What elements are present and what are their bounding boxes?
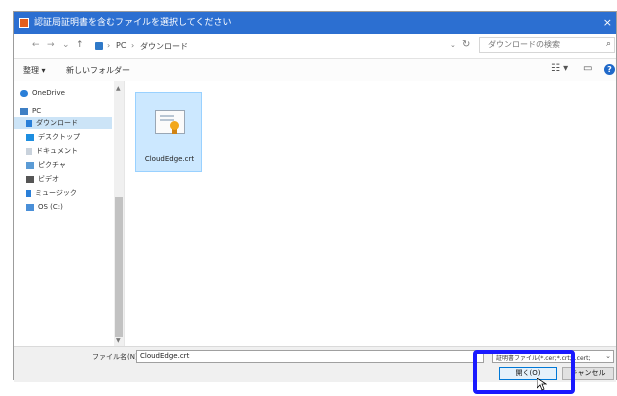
nav-item-music[interactable]: ミュージック <box>26 187 112 199</box>
help-icon[interactable]: ? <box>604 64 615 75</box>
back-icon[interactable]: ← <box>32 40 40 50</box>
filename-input[interactable]: CloudEdge.crt <box>136 350 484 363</box>
refresh-icon[interactable]: ↻ <box>462 39 470 50</box>
nav-item-pc[interactable]: PC <box>20 105 112 117</box>
recent-locations-icon[interactable]: ⌄ <box>62 40 70 50</box>
breadcrumb-separator: › <box>131 41 135 50</box>
nav-item-label: PC <box>32 107 42 115</box>
file-name: CloudEdge.crt <box>144 155 195 163</box>
file-list: CloudEdge.crt <box>124 81 616 346</box>
download-folder-icon <box>95 42 103 50</box>
nav-item-label: OS (C:) <box>38 203 63 211</box>
pc-icon <box>20 107 28 115</box>
nav-item-onedrive[interactable]: OneDrive <box>20 87 112 99</box>
breadcrumb-separator: › <box>107 41 111 50</box>
file-item-cloudedge[interactable]: CloudEdge.crt <box>135 92 202 172</box>
file-open-dialog: 認証局証明書を含むファイルを選択してください × ← → ⌄ ↑ › PC › … <box>13 11 617 382</box>
videos-icon <box>26 175 34 183</box>
chevron-down-icon[interactable]: ⌄ <box>605 352 611 360</box>
breadcrumb-pc[interactable]: PC <box>116 41 126 50</box>
window-title: 認証局証明書を含むファイルを選択してください <box>34 18 232 28</box>
nav-item-label: ミュージック <box>35 189 77 197</box>
search-icon[interactable]: ⌕ <box>606 39 611 49</box>
close-icon[interactable]: × <box>603 12 612 34</box>
up-icon[interactable]: ↑ <box>76 40 84 50</box>
scroll-up-icon[interactable]: ▲ <box>116 85 121 92</box>
new-folder-button[interactable]: 新しいフォルダー <box>66 65 130 76</box>
music-icon <box>26 189 31 197</box>
nav-item-videos[interactable]: ビデオ <box>26 173 112 185</box>
cloud-icon <box>20 89 28 97</box>
documents-icon <box>26 147 32 155</box>
search-box[interactable]: ⌕ <box>479 37 615 53</box>
nav-item-pictures[interactable]: ピクチャ <box>26 159 112 171</box>
app-icon <box>19 18 29 28</box>
filename-label: ファイル名(N): <box>92 353 141 361</box>
address-dropdown-icon[interactable]: ⌄ <box>450 41 456 49</box>
desktop-icon <box>26 133 34 141</box>
preview-pane-icon[interactable]: ▭ <box>583 63 592 74</box>
nav-item-documents[interactable]: ドキュメント <box>26 145 112 157</box>
nav-item-downloads[interactable]: ダウンロード <box>14 117 112 129</box>
nav-item-os-drive[interactable]: OS (C:) <box>26 201 112 213</box>
command-toolbar: 整理 ▾ 新しいフォルダー ☷ ▾ ▭ ? <box>14 59 616 82</box>
highlight-annotation <box>473 350 575 394</box>
search-input[interactable] <box>488 40 588 49</box>
scroll-thumb[interactable] <box>115 197 123 337</box>
nav-item-label: ビデオ <box>38 175 59 183</box>
nav-scrollbar[interactable]: ▲ ▼ <box>114 81 124 346</box>
navigation-pane: OneDrive PC ダウンロード デスクトップ ドキュメント ピクチャ ビデ… <box>14 81 124 346</box>
address-row: ← → ⌄ ↑ › PC › ダウンロード ⌄ ↻ ⌕ <box>14 34 616 59</box>
nav-item-label: OneDrive <box>32 89 65 97</box>
view-options-icon[interactable]: ☷ ▾ <box>551 63 568 74</box>
nav-item-label: デスクトップ <box>38 133 80 141</box>
nav-item-label: ピクチャ <box>38 161 66 169</box>
breadcrumb-downloads[interactable]: ダウンロード <box>140 41 188 52</box>
nav-item-desktop[interactable]: デスクトップ <box>26 131 112 143</box>
nav-item-label: ダウンロード <box>36 119 78 127</box>
nav-item-label: ドキュメント <box>36 147 78 155</box>
organize-button[interactable]: 整理 ▾ <box>23 65 46 76</box>
drive-icon <box>26 203 34 211</box>
scroll-down-icon[interactable]: ▼ <box>116 337 121 344</box>
title-bar: 認証局証明書を含むファイルを選択してください × <box>14 12 616 34</box>
certificate-icon <box>155 110 185 134</box>
pictures-icon <box>26 161 34 169</box>
mouse-cursor-icon <box>537 378 547 391</box>
forward-icon[interactable]: → <box>47 40 55 50</box>
download-icon <box>26 119 32 127</box>
